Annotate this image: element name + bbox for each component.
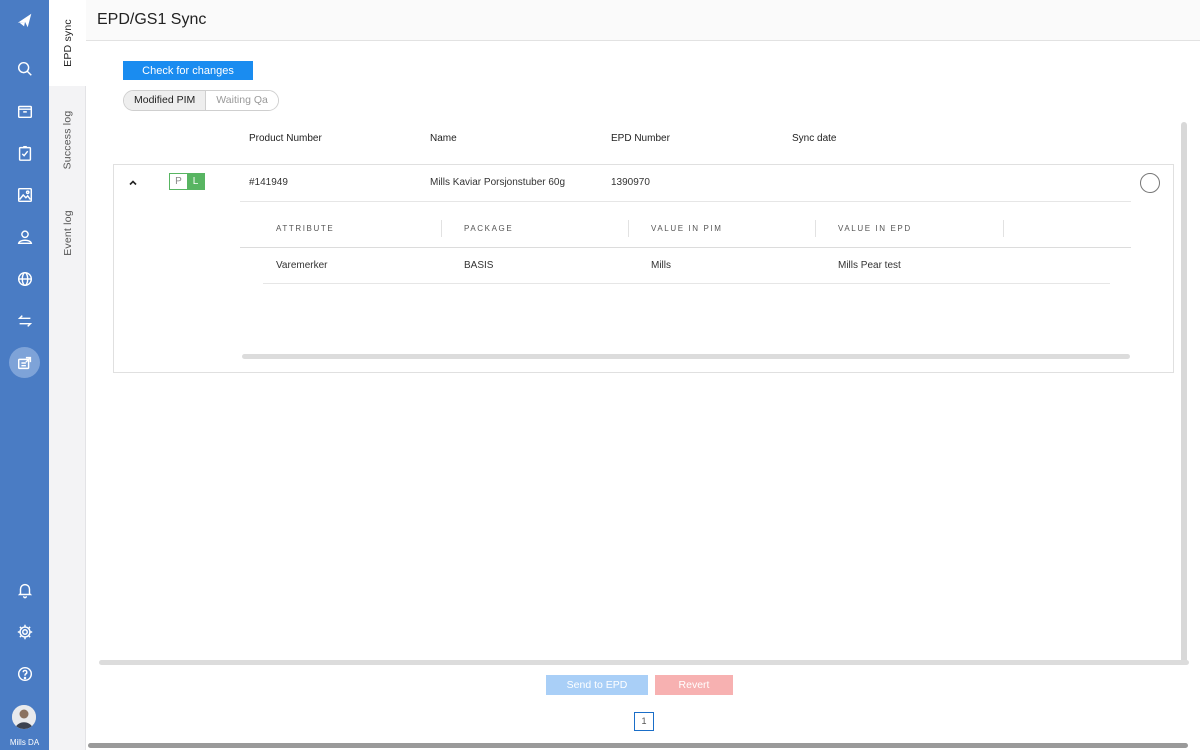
main-vertical-scrollbar[interactable] bbox=[1181, 122, 1187, 664]
user-icon[interactable] bbox=[12, 224, 38, 250]
clipboard-check-icon[interactable] bbox=[12, 140, 38, 166]
detail-header-attribute: ATTRIBUTE bbox=[276, 224, 335, 233]
filter-modified-pim[interactable]: Modified PIM bbox=[124, 91, 207, 110]
logo-icon[interactable] bbox=[12, 8, 38, 34]
detail-cell-attribute: Varemerker bbox=[276, 260, 328, 271]
help-icon[interactable] bbox=[12, 661, 38, 687]
chevron-up-icon[interactable] bbox=[127, 176, 139, 188]
divider bbox=[240, 247, 1131, 248]
filter-waiting-qa[interactable]: Waiting Qa bbox=[206, 91, 278, 110]
detail-header-value-in-epd: VALUE IN EPD bbox=[838, 224, 912, 233]
detail-cell-value-in-pim: Mills bbox=[651, 260, 671, 271]
cell-epd-number: 1390970 bbox=[611, 177, 650, 188]
revert-button[interactable]: Revert bbox=[655, 675, 733, 695]
badge-p: P bbox=[170, 174, 187, 189]
column-header-sync-date: Sync date bbox=[792, 133, 837, 144]
tab-success-log[interactable]: Success log bbox=[49, 100, 86, 180]
column-header-epd-number: EPD Number bbox=[611, 133, 670, 144]
tab-event-log-label: Event log bbox=[61, 210, 74, 256]
check-for-changes-button[interactable]: Check for changes bbox=[123, 61, 253, 80]
tab-success-log-label: Success log bbox=[61, 110, 74, 170]
tab-epd-sync-label: EPD sync bbox=[61, 19, 74, 67]
user-name: Mills DA bbox=[9, 738, 40, 747]
cell-name: Mills Kaviar Porsjonstuber 60g bbox=[430, 177, 566, 188]
divider bbox=[263, 283, 1110, 284]
detail-cell-value-in-epd: Mills Pear test bbox=[838, 260, 901, 271]
main-horizontal-scrollbar[interactable] bbox=[99, 660, 1189, 665]
detail-header-value-in-pim: VALUE IN PIM bbox=[651, 224, 723, 233]
divider bbox=[441, 220, 442, 237]
bell-icon[interactable] bbox=[12, 577, 38, 603]
gear-icon[interactable] bbox=[12, 619, 38, 645]
detail-horizontal-scrollbar[interactable] bbox=[242, 354, 1130, 359]
avatar[interactable] bbox=[12, 705, 36, 729]
divider bbox=[240, 201, 1131, 202]
page-title: EPD/GS1 Sync bbox=[97, 11, 207, 28]
sync-export-icon[interactable] bbox=[12, 350, 38, 376]
column-header-product-number: Product Number bbox=[249, 133, 322, 144]
status-badge: P L bbox=[169, 173, 205, 190]
box-icon[interactable] bbox=[12, 98, 38, 124]
column-header-name: Name bbox=[430, 133, 457, 144]
divider bbox=[628, 220, 629, 237]
detail-cell-package: BASIS bbox=[464, 260, 494, 271]
section-tabs: EPD sync Success log Event log bbox=[49, 0, 86, 750]
divider bbox=[815, 220, 816, 237]
row-select-radio[interactable] bbox=[1140, 173, 1160, 193]
page-horizontal-scrollbar[interactable] bbox=[88, 743, 1188, 748]
pagination-page-button[interactable]: 1 bbox=[634, 712, 654, 731]
badge-l: L bbox=[187, 174, 204, 189]
cell-product-number: #141949 bbox=[249, 177, 288, 188]
send-to-epd-button[interactable]: Send to EPD bbox=[546, 675, 648, 695]
table-row: P L #141949 Mills Kaviar Porsjonstuber 6… bbox=[113, 164, 1174, 373]
tab-epd-sync[interactable]: EPD sync bbox=[49, 0, 86, 86]
image-icon[interactable] bbox=[12, 182, 38, 208]
main-nav-rail: Mills DA bbox=[0, 0, 49, 750]
transfer-arrows-icon[interactable] bbox=[12, 308, 38, 334]
detail-header-package: PACKAGE bbox=[464, 224, 514, 233]
search-icon[interactable] bbox=[12, 56, 38, 82]
divider bbox=[1003, 220, 1004, 237]
globe-icon[interactable] bbox=[12, 266, 38, 292]
page-header: EPD/GS1 Sync bbox=[86, 0, 1200, 41]
filter-toggle: Modified PIM Waiting Qa bbox=[123, 90, 279, 111]
tab-event-log[interactable]: Event log bbox=[49, 196, 86, 270]
